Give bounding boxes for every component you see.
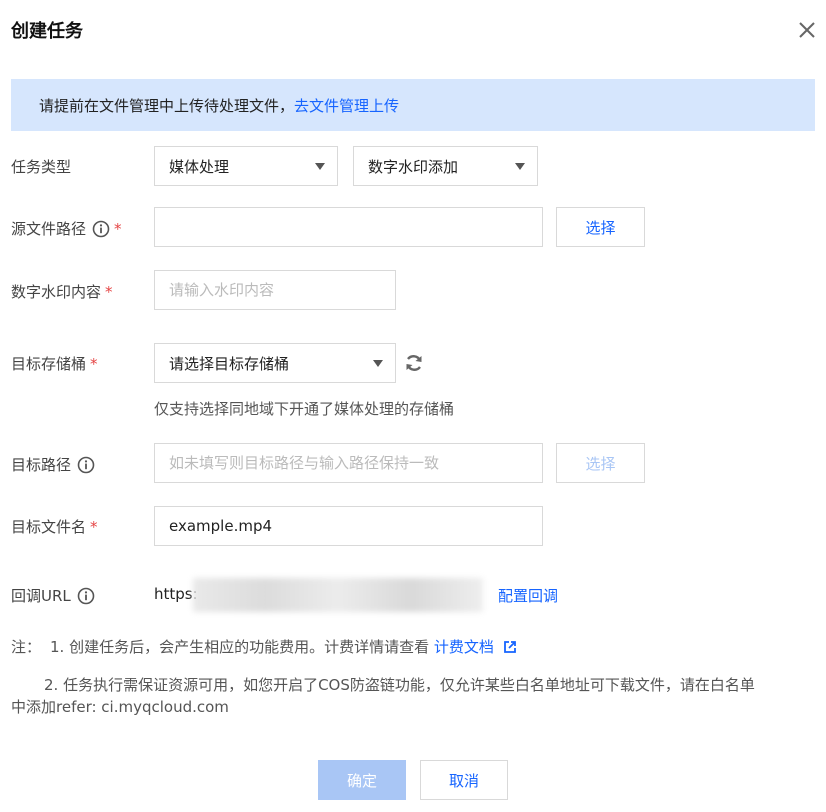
callback-url-prefix: https: [154, 585, 198, 603]
target-filename-input[interactable] [154, 506, 543, 546]
callback-url-label: 回调URL [11, 585, 95, 606]
callback-url-redacted [193, 578, 483, 612]
target-bucket-label: 目标存储桶 * [11, 354, 98, 374]
cancel-button[interactable]: 取消 [420, 760, 508, 800]
target-path-input[interactable] [154, 443, 543, 483]
notes-prefix: 注： [11, 638, 42, 656]
note-line-2: 2. 任务执行需保证资源可用，如您开启了COS防盗链功能，仅允许某些白名单地址可… [11, 676, 755, 716]
confirm-button[interactable]: 确定 [318, 760, 406, 800]
info-icon[interactable] [77, 456, 95, 474]
watermark-input[interactable] [154, 270, 396, 310]
chevron-down-icon [373, 360, 383, 367]
required-mark: * [90, 354, 98, 373]
required-mark: * [105, 282, 113, 301]
target-bucket-select[interactable]: 请选择目标存储桶 [154, 343, 396, 383]
info-icon[interactable] [92, 220, 110, 238]
task-subtype-value: 数字水印添加 [368, 157, 459, 176]
required-mark: * [114, 219, 122, 238]
note-line-1: 1. 创建任务后，会产生相应的功能费用。计费详情请查看 计费文档 [50, 636, 517, 658]
target-path-label: 目标路径 [11, 454, 95, 475]
dialog-title: 创建任务 [11, 21, 83, 42]
task-type-label: 任务类型 [11, 158, 72, 176]
chevron-down-icon [315, 163, 325, 170]
refresh-icon[interactable] [403, 352, 425, 374]
external-link-icon[interactable] [503, 640, 517, 654]
watermark-label: 数字水印内容 * [11, 282, 113, 302]
source-path-select-button[interactable]: 选择 [556, 207, 645, 247]
source-path-input[interactable] [154, 207, 543, 247]
chevron-down-icon [515, 163, 525, 170]
close-icon[interactable] [795, 18, 819, 42]
notice-text: 请提前在文件管理中上传待处理文件， [39, 96, 295, 115]
target-path-select-button[interactable]: 选择 [556, 443, 645, 483]
task-type-select[interactable]: 媒体处理 [154, 146, 338, 186]
task-subtype-select[interactable]: 数字水印添加 [353, 146, 538, 186]
file-manager-link[interactable]: 去文件管理上传 [294, 95, 399, 116]
notice-banner: 请提前在文件管理中上传待处理文件， 去文件管理上传 [11, 79, 815, 131]
target-bucket-placeholder: 请选择目标存储桶 [169, 354, 290, 373]
task-type-value: 媒体处理 [169, 157, 230, 176]
billing-docs-link[interactable]: 计费文档 [434, 638, 494, 656]
required-mark: * [90, 517, 98, 536]
source-path-label: 源文件路径 * [11, 219, 122, 239]
target-filename-label: 目标文件名 * [11, 517, 98, 537]
configure-callback-link[interactable]: 配置回调 [498, 585, 558, 606]
info-icon[interactable] [77, 587, 95, 605]
target-bucket-hint: 仅支持选择同地域下开通了媒体处理的存储桶 [154, 400, 455, 418]
